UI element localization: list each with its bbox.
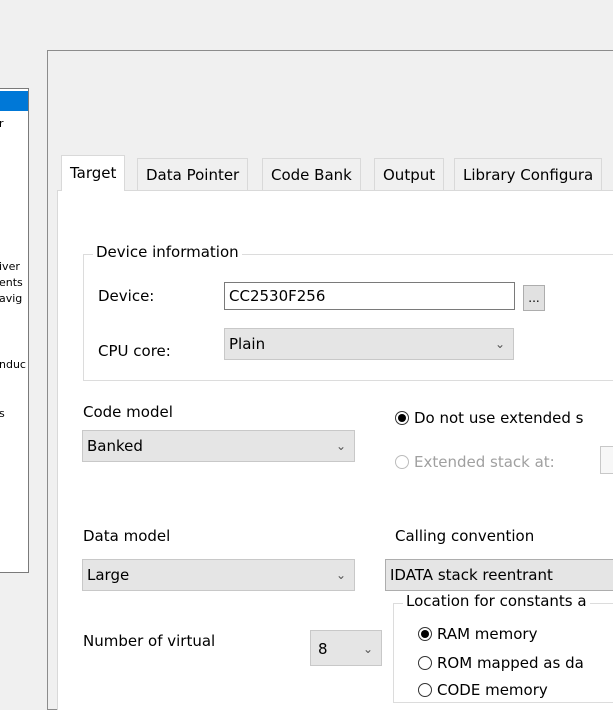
radio-selected-icon [418,627,432,641]
code-memory-radio[interactable]: CODE memory [418,681,548,699]
code-model-label: Code model [83,403,173,421]
constants-location-legend: Location for constants a [403,592,590,610]
data-model-select[interactable]: Large ⌄ [82,559,355,591]
cpu-core-select[interactable]: Plain ⌄ [224,328,514,360]
category-item[interactable]: r [0,117,4,130]
chevron-down-icon: ⌄ [335,568,346,582]
category-list[interactable]: r iver ents avig nduc s [0,88,29,573]
code-model-value: Banked [87,437,143,455]
rom-mapped-label: ROM mapped as da [437,654,584,672]
rom-mapped-radio[interactable]: ROM mapped as da [418,654,584,672]
data-model-value: Large [87,566,130,584]
category-item[interactable]: nduc [0,358,26,371]
ram-memory-label: RAM memory [437,625,538,643]
chevron-down-icon: ⌄ [362,642,373,656]
no-extended-stack-radio[interactable]: Do not use extended s [395,409,583,427]
category-item[interactable]: s [0,407,5,420]
chevron-down-icon: ⌄ [494,337,505,351]
virtual-registers-select[interactable]: 8 ⌄ [310,630,382,666]
calling-convention-select[interactable]: IDATA stack reentrant [385,559,613,591]
extended-stack-address-field [600,446,613,474]
tab-library-configuration[interactable]: Library Configura [454,158,603,190]
tab-target[interactable]: Target [61,155,126,191]
category-list-selected-item[interactable] [0,91,28,111]
data-model-label: Data model [83,527,171,545]
radio-selected-icon [395,411,409,425]
device-information-group [83,254,613,381]
extended-stack-radio: Extended stack at: [395,453,555,471]
tab-code-bank[interactable]: Code Bank [262,158,361,190]
chevron-down-icon: ⌄ [335,439,346,453]
category-item[interactable]: ents [0,276,23,289]
tab-data-pointer[interactable]: Data Pointer [137,158,249,190]
radio-icon [418,656,432,670]
ram-memory-radio[interactable]: RAM memory [418,625,537,643]
extended-stack-label: Extended stack at: [414,453,555,471]
cpu-core-value: Plain [229,335,266,353]
device-information-legend: Device information [93,243,242,261]
calling-convention-value: IDATA stack reentrant [390,566,553,584]
virtual-registers-value: 8 [318,640,328,658]
category-item[interactable]: iver [0,260,20,273]
code-model-select[interactable]: Banked ⌄ [82,430,355,462]
tab-output[interactable]: Output [374,158,445,190]
cpu-core-label: CPU core: [98,342,171,360]
device-browse-button[interactable]: ... [523,285,545,311]
code-memory-label: CODE memory [437,681,548,699]
device-label: Device: [98,287,155,305]
radio-icon [395,455,409,469]
category-item[interactable]: avig [0,292,22,305]
calling-convention-label: Calling convention [395,527,535,545]
virtual-registers-label: Number of virtual [83,632,216,650]
no-extended-stack-label: Do not use extended s [414,409,584,427]
device-field[interactable]: CC2530F256 [224,282,515,310]
